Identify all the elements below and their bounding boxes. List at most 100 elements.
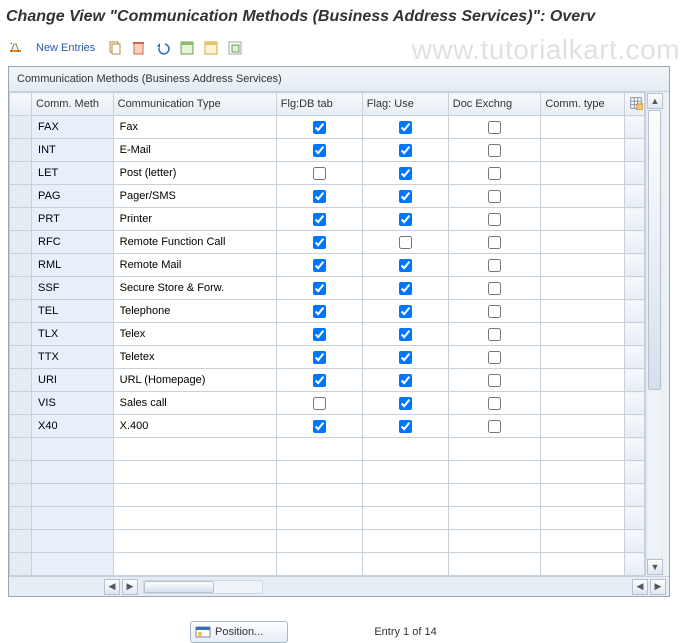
delete-icon[interactable]	[131, 40, 147, 56]
empty-cell-input[interactable]	[118, 462, 272, 482]
flg-db-tab-checkbox[interactable]	[313, 305, 326, 318]
empty-cell-input[interactable]	[36, 508, 109, 528]
flg-db-tab-checkbox[interactable]	[313, 144, 326, 157]
doc-exchng-checkbox[interactable]	[488, 420, 501, 433]
comm-meth-input[interactable]	[36, 117, 109, 137]
doc-exchng-checkbox[interactable]	[488, 259, 501, 272]
comm-meth-input[interactable]	[36, 393, 109, 413]
flg-db-tab-checkbox[interactable]	[313, 213, 326, 226]
comm-meth-input[interactable]	[36, 163, 109, 183]
comm-type-input[interactable]	[545, 209, 620, 229]
empty-cell-input[interactable]	[118, 485, 272, 505]
doc-exchng-checkbox[interactable]	[488, 190, 501, 203]
row-selector[interactable]	[10, 369, 32, 392]
doc-exchng-checkbox[interactable]	[488, 213, 501, 226]
scroll-down-arrow-icon[interactable]: ▼	[647, 559, 663, 575]
communication-type-input[interactable]	[118, 278, 272, 298]
flag-use-checkbox[interactable]	[399, 328, 412, 341]
doc-exchng-checkbox[interactable]	[488, 121, 501, 134]
column-communication-type[interactable]: Communication Type	[113, 93, 276, 116]
empty-cell-input[interactable]	[36, 554, 109, 574]
row-selector[interactable]	[10, 392, 32, 415]
comm-type-input[interactable]	[545, 186, 620, 206]
row-selector[interactable]	[10, 530, 32, 553]
comm-meth-input[interactable]	[36, 301, 109, 321]
scroll-right-arrow-icon[interactable]: ▶	[650, 579, 666, 595]
flag-use-checkbox[interactable]	[399, 397, 412, 410]
flag-use-checkbox[interactable]	[399, 121, 412, 134]
select-all-icon[interactable]	[179, 40, 195, 56]
comm-meth-input[interactable]	[36, 209, 109, 229]
comm-type-input[interactable]	[545, 278, 620, 298]
empty-cell-input[interactable]	[118, 554, 272, 574]
undo-change-icon[interactable]	[155, 40, 171, 56]
new-entries-button[interactable]: New Entries	[32, 42, 99, 54]
comm-type-input[interactable]	[545, 416, 620, 436]
row-selector[interactable]	[10, 300, 32, 323]
communication-type-input[interactable]	[118, 347, 272, 367]
comm-type-input[interactable]	[545, 324, 620, 344]
empty-cell-input[interactable]	[545, 485, 620, 505]
comm-type-input[interactable]	[545, 393, 620, 413]
comm-type-input[interactable]	[545, 301, 620, 321]
flag-use-checkbox[interactable]	[399, 144, 412, 157]
comm-type-input[interactable]	[545, 232, 620, 252]
copy-as-icon[interactable]	[107, 40, 123, 56]
flag-use-checkbox[interactable]	[399, 374, 412, 387]
flg-db-tab-checkbox[interactable]	[313, 397, 326, 410]
select-block-icon[interactable]	[203, 40, 219, 56]
comm-meth-input[interactable]	[36, 255, 109, 275]
comm-meth-input[interactable]	[36, 324, 109, 344]
doc-exchng-checkbox[interactable]	[488, 282, 501, 295]
doc-exchng-checkbox[interactable]	[488, 328, 501, 341]
communication-type-input[interactable]	[118, 117, 272, 137]
comm-type-input[interactable]	[545, 255, 620, 275]
empty-cell-input[interactable]	[545, 531, 620, 551]
row-selector[interactable]	[10, 277, 32, 300]
column-flg-db-tab[interactable]: Flg:DB tab	[276, 93, 362, 116]
empty-cell-input[interactable]	[118, 531, 272, 551]
scroll-up-arrow-icon[interactable]: ▲	[647, 93, 663, 109]
row-selector[interactable]	[10, 139, 32, 162]
comm-type-input[interactable]	[545, 140, 620, 160]
flag-use-checkbox[interactable]	[399, 190, 412, 203]
empty-cell-input[interactable]	[36, 531, 109, 551]
position-button[interactable]: Position...	[190, 621, 288, 643]
comm-type-input[interactable]	[545, 163, 620, 183]
flg-db-tab-checkbox[interactable]	[313, 328, 326, 341]
communication-type-input[interactable]	[118, 232, 272, 252]
flg-db-tab-checkbox[interactable]	[313, 190, 326, 203]
empty-cell-input[interactable]	[545, 508, 620, 528]
comm-type-input[interactable]	[545, 347, 620, 367]
flag-use-checkbox[interactable]	[399, 213, 412, 226]
row-selector[interactable]	[10, 254, 32, 277]
comm-meth-input[interactable]	[36, 140, 109, 160]
vertical-scroll-thumb[interactable]	[648, 110, 661, 390]
row-selector[interactable]	[10, 461, 32, 484]
flg-db-tab-checkbox[interactable]	[313, 167, 326, 180]
communication-type-input[interactable]	[118, 301, 272, 321]
empty-cell-input[interactable]	[36, 485, 109, 505]
flag-use-checkbox[interactable]	[399, 167, 412, 180]
horizontal-scroll-thumb[interactable]	[144, 581, 214, 593]
empty-cell-input[interactable]	[545, 554, 620, 574]
flag-use-checkbox[interactable]	[399, 420, 412, 433]
flag-use-checkbox[interactable]	[399, 259, 412, 272]
horizontal-scrollbar-right[interactable]: ◀ ▶	[631, 578, 667, 596]
comm-meth-input[interactable]	[36, 370, 109, 390]
column-flag-use[interactable]: Flag: Use	[362, 93, 448, 116]
comm-meth-input[interactable]	[36, 347, 109, 367]
flg-db-tab-checkbox[interactable]	[313, 420, 326, 433]
vertical-scrollbar[interactable]: ▲ ▼	[645, 92, 663, 576]
doc-exchng-checkbox[interactable]	[488, 144, 501, 157]
comm-meth-input[interactable]	[36, 278, 109, 298]
communication-type-input[interactable]	[118, 393, 272, 413]
column-comm-type[interactable]: Comm. type	[541, 93, 625, 116]
doc-exchng-checkbox[interactable]	[488, 351, 501, 364]
toggle-display-change-icon[interactable]	[8, 40, 24, 56]
doc-exchng-checkbox[interactable]	[488, 305, 501, 318]
flag-use-checkbox[interactable]	[399, 351, 412, 364]
empty-cell-input[interactable]	[118, 508, 272, 528]
scroll-right-arrow-icon[interactable]: ▶	[122, 579, 138, 595]
row-selector[interactable]	[10, 438, 32, 461]
